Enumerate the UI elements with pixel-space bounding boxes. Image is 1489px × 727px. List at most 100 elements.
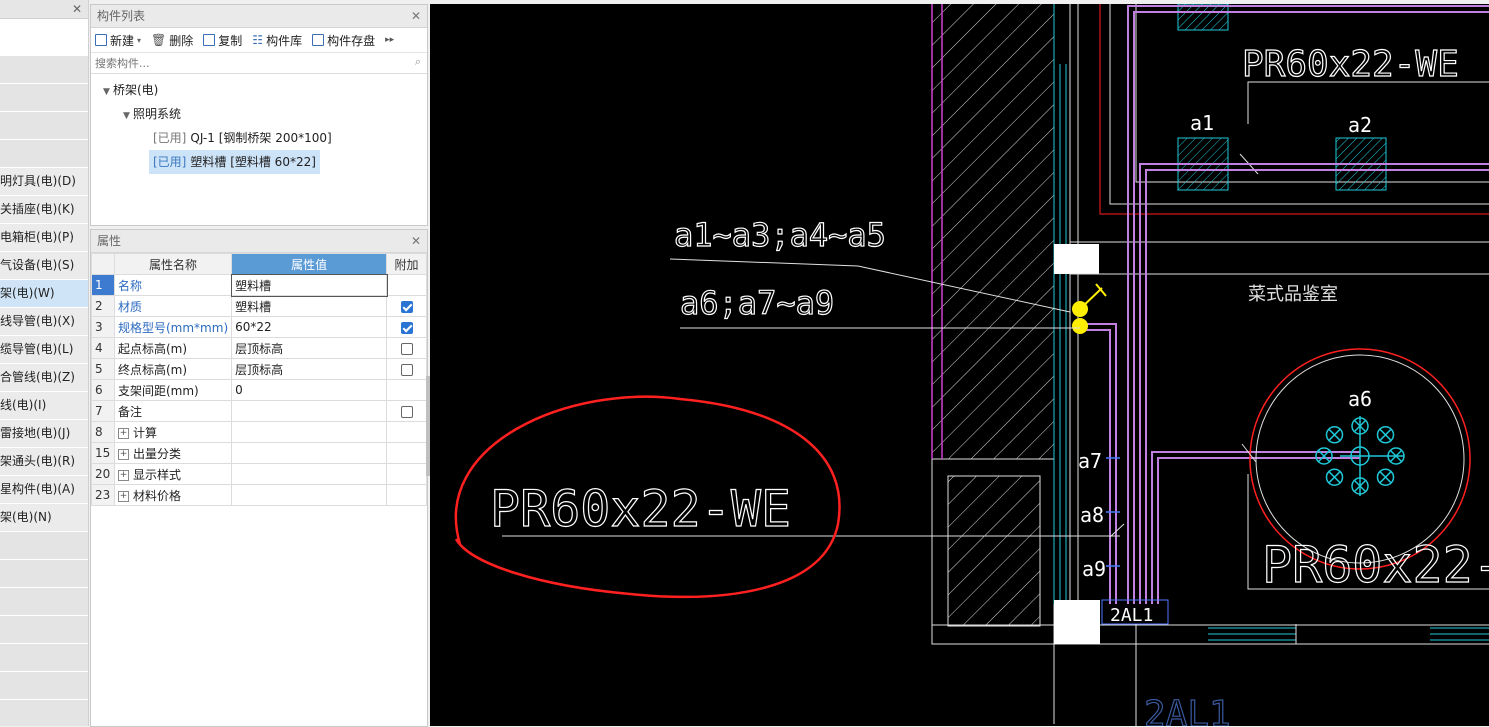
drawing-svg[interactable]: PR60x22-WE PR60x22-WE PR60x22- a1~a3;a4~… bbox=[430, 4, 1489, 726]
table-row[interactable]: 7 备注 bbox=[91, 400, 427, 422]
new-file-icon bbox=[95, 34, 107, 46]
library-label: 构件库 bbox=[266, 33, 303, 48]
tree-node-group[interactable]: ▼ 照明系统 bbox=[91, 102, 427, 126]
property-value[interactable]: 层顶标高 bbox=[231, 358, 388, 380]
extra-checkbox[interactable] bbox=[400, 363, 413, 376]
label-a6: a6 bbox=[1348, 387, 1372, 411]
copy-icon bbox=[203, 34, 216, 46]
search-icon[interactable]: ⌕ bbox=[415, 55, 421, 69]
search-input[interactable] bbox=[93, 53, 397, 73]
property-value[interactable]: 塑料槽 bbox=[230, 273, 388, 297]
expand-icon[interactable]: + bbox=[118, 469, 129, 481]
nav-item[interactable] bbox=[0, 532, 88, 560]
expand-icon[interactable]: + bbox=[118, 490, 129, 502]
component-name: QJ-1 [钢制桥架 200*100] bbox=[190, 131, 332, 145]
label-a8: a8 bbox=[1080, 503, 1104, 527]
property-value[interactable]: 0 bbox=[231, 379, 388, 401]
chevron-down-icon[interactable]: ▾ bbox=[137, 36, 141, 45]
table-row[interactable]: 1 名称 塑料槽 bbox=[91, 273, 427, 297]
table-row[interactable]: 23 + 材料价格 bbox=[91, 484, 427, 506]
library-icon: ☷ bbox=[252, 33, 264, 47]
table-row[interactable]: 20 + 显示样式 bbox=[91, 463, 427, 485]
nav-item[interactable]: 架(电)(W) bbox=[0, 280, 88, 308]
save-button[interactable]: 构件存盘 bbox=[312, 32, 375, 49]
extra-checkbox[interactable] bbox=[400, 405, 413, 418]
nav-item[interactable]: 明灯具(电)(D) bbox=[0, 168, 88, 196]
property-name-cell: 终点标高(m) bbox=[113, 358, 233, 380]
property-value[interactable] bbox=[231, 442, 388, 464]
extra-cell bbox=[386, 484, 427, 506]
nav-item[interactable] bbox=[0, 84, 88, 112]
library-button[interactable]: ☷ 构件库 bbox=[252, 32, 302, 49]
expand-icon[interactable]: + bbox=[118, 427, 129, 439]
nav-item[interactable] bbox=[0, 588, 88, 616]
expand-icon[interactable]: + bbox=[118, 448, 129, 460]
left-nav-header: ✕ bbox=[0, 0, 88, 19]
property-value[interactable] bbox=[231, 484, 388, 506]
nav-item[interactable] bbox=[0, 140, 88, 168]
nav-item[interactable]: 合管线(电)(Z) bbox=[0, 364, 88, 392]
leader-line bbox=[669, 258, 859, 267]
property-value[interactable]: 层顶标高 bbox=[231, 337, 388, 359]
table-row[interactable]: 3 规格型号(mm*mm) 60*22 bbox=[91, 316, 427, 338]
nav-item[interactable]: 星构件(电)(A) bbox=[0, 476, 88, 504]
chevron-down-icon[interactable]: ▼ bbox=[103, 80, 113, 104]
table-row[interactable]: 5 终点标高(m) 层顶标高 bbox=[91, 358, 427, 380]
frame-line bbox=[1109, 4, 1489, 205]
nav-item[interactable] bbox=[0, 700, 88, 726]
table-row[interactable]: 6 支架间距(mm) 0 bbox=[91, 379, 427, 401]
label-a9: a9 bbox=[1082, 557, 1106, 581]
component-search: ⌕ bbox=[91, 53, 427, 74]
tree-node-root[interactable]: ▼ 桥架(电) bbox=[91, 78, 427, 102]
close-icon[interactable]: ✕ bbox=[411, 5, 421, 27]
property-name-cell: 材质 bbox=[113, 295, 233, 317]
nav-item[interactable] bbox=[0, 560, 88, 588]
tree-leaf-item[interactable]: [已用] QJ-1 [钢制桥架 200*100] bbox=[91, 126, 427, 150]
nav-item[interactable]: 缆导管(电)(L) bbox=[0, 336, 88, 364]
tree-leaf-label[interactable]: [已用] 塑料槽 [塑料槽 60*22] bbox=[149, 150, 320, 174]
property-value[interactable]: 塑料槽 bbox=[231, 295, 388, 317]
table-row[interactable]: 4 起点标高(m) 层顶标高 bbox=[91, 337, 427, 359]
nav-item[interactable]: 线导管(电)(X) bbox=[0, 308, 88, 336]
extra-checkbox[interactable] bbox=[400, 321, 413, 334]
more-icon[interactable]: ▸▸ bbox=[385, 35, 394, 45]
nav-item[interactable] bbox=[0, 616, 88, 644]
tree-group-label: 照明系统 bbox=[133, 107, 182, 121]
nav-item[interactable]: 气设备(电)(S) bbox=[0, 252, 88, 280]
property-value[interactable] bbox=[231, 400, 388, 422]
property-value[interactable]: 60*22 bbox=[231, 316, 388, 338]
close-icon[interactable]: ✕ bbox=[72, 2, 82, 16]
row-number: 2 bbox=[91, 295, 115, 317]
nav-item[interactable]: 架通头(电)(R) bbox=[0, 448, 88, 476]
nav-item[interactable]: 电箱柜(电)(P) bbox=[0, 224, 88, 252]
property-value[interactable] bbox=[231, 421, 388, 443]
extra-checkbox[interactable] bbox=[400, 342, 413, 355]
extra-cell bbox=[386, 274, 427, 296]
copy-button[interactable]: 复制 bbox=[203, 32, 242, 49]
close-icon[interactable]: ✕ bbox=[411, 230, 421, 252]
table-row[interactable]: 2 材质 塑料槽 bbox=[91, 295, 427, 317]
save-label: 构件存盘 bbox=[327, 33, 376, 48]
chevron-down-icon[interactable]: ▼ bbox=[123, 104, 133, 128]
nav-item[interactable]: 雷接地(电)(J) bbox=[0, 420, 88, 448]
nav-item[interactable] bbox=[0, 644, 88, 672]
properties-table: 属性名称 属性值 附加 1 名称 塑料槽 2 材质 塑料槽 3 规格型号(mm*mm) 60*2… bbox=[91, 253, 427, 506]
cad-canvas[interactable]: PR60x22-WE PR60x22-WE PR60x22- a1~a3;a4~… bbox=[430, 4, 1489, 726]
nav-item[interactable] bbox=[0, 19, 88, 56]
nav-item[interactable] bbox=[0, 112, 88, 140]
nav-item[interactable]: 架(电)(N) bbox=[0, 504, 88, 532]
nav-item[interactable] bbox=[0, 672, 88, 700]
nav-item[interactable] bbox=[0, 56, 88, 84]
delete-label: 删除 bbox=[169, 33, 194, 48]
extra-checkbox[interactable] bbox=[400, 300, 413, 313]
nav-item[interactable]: 线(电)(I) bbox=[0, 392, 88, 420]
tree-leaf-item[interactable]: [已用] 塑料槽 [塑料槽 60*22] bbox=[91, 150, 427, 174]
table-row[interactable]: 15 + 出量分类 bbox=[91, 442, 427, 464]
table-row[interactable]: 8 + 计算 bbox=[91, 421, 427, 443]
property-value[interactable] bbox=[231, 463, 388, 485]
nav-item[interactable]: 关插座(电)(K) bbox=[0, 196, 88, 224]
new-button[interactable]: 新建 ▾ bbox=[95, 32, 141, 49]
delete-button[interactable]: 🗑 删除 bbox=[151, 32, 193, 49]
white-block bbox=[1054, 244, 1099, 274]
tree-leaf-label[interactable]: [已用] QJ-1 [钢制桥架 200*100] bbox=[149, 126, 336, 150]
